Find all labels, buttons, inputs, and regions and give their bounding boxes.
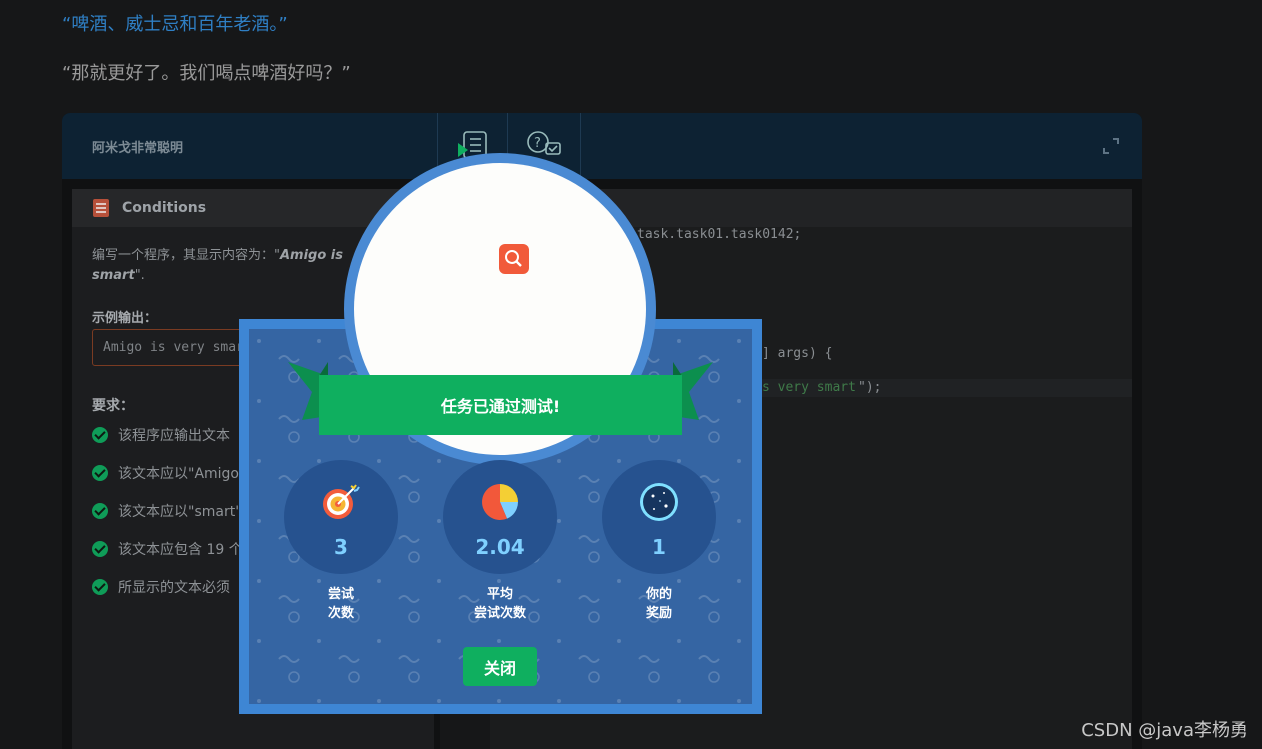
dark-matter-icon — [640, 483, 678, 521]
dialog-title: 任务已通过测试! — [440, 397, 561, 416]
success-ribbon: 任务已通过测试! — [319, 375, 682, 435]
close-button[interactable]: 关闭 — [463, 647, 537, 686]
reward-label: 你的 奖励 — [645, 587, 672, 621]
stat-average: 2.04 — [443, 460, 557, 574]
search-icon — [499, 244, 529, 274]
dialog-overlay: 任务已通过测试! 3 2.04 1 尝试 次数 平均 尝试次数 你的 奖励 关闭 — [0, 0, 1262, 749]
average-label: 平均 尝试次数 — [473, 587, 526, 621]
target-icon — [323, 484, 360, 519]
average-value: 2.04 — [475, 535, 525, 559]
watermark: CSDN @java李杨勇 — [1081, 720, 1248, 741]
reward-value: 1 — [652, 535, 666, 559]
stat-reward: 1 — [602, 460, 716, 574]
stat-attempts: 3 — [284, 460, 398, 574]
pie-chart-icon — [482, 484, 518, 520]
attempts-label: 尝试 次数 — [327, 587, 354, 621]
attempts-value: 3 — [334, 535, 348, 559]
